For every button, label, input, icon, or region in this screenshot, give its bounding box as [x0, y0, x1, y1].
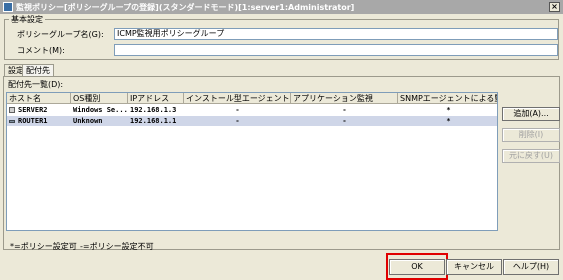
- delete-button[interactable]: 削除(I): [502, 128, 560, 142]
- column-header-ip[interactable]: IPアドレス: [128, 93, 184, 104]
- column-header-host[interactable]: ホスト名: [7, 93, 71, 104]
- title-bar: 監視ポリシー[ポリシーグループの登録](スタンダードモード)[1:server1…: [0, 0, 563, 14]
- column-header-install-agent[interactable]: インストール型エージェント: [184, 93, 291, 104]
- help-button[interactable]: ヘルプ(H): [503, 259, 559, 275]
- router-icon: [9, 119, 15, 123]
- distribution-panel: 配付先一覧(D): ホスト名 OS種別 IPアドレス インストール型エージェント…: [3, 76, 560, 251]
- basic-settings-legend: 基本設定: [9, 14, 45, 25]
- snmp-cell: *: [446, 117, 451, 125]
- restore-button[interactable]: 元に戻す(U): [502, 149, 560, 163]
- distribution-table: ホスト名 OS種別 IPアドレス インストール型エージェント アプリケーション監…: [6, 92, 498, 231]
- install-agent-cell: -: [235, 106, 240, 114]
- host-name: SERVER2: [18, 106, 48, 114]
- column-header-snmp[interactable]: SNMPエージェントによる監視: [398, 93, 497, 104]
- os-cell: Unknown: [73, 117, 103, 125]
- basic-settings-group: 基本設定 ポリシーグループ名(G): ICMP監視用ポリシーグループ コメント(…: [4, 14, 559, 60]
- ip-cell: 192.168.1.3: [130, 106, 177, 114]
- host-cell: ROUTER1: [7, 116, 71, 126]
- legend-settable: *=ポリシー設定可: [10, 242, 77, 251]
- app-monitor-cell: -: [342, 117, 347, 125]
- cancel-button[interactable]: キャンセル: [446, 259, 502, 275]
- table-header: ホスト名 OS種別 IPアドレス インストール型エージェント アプリケーション監…: [7, 93, 497, 104]
- ip-cell: 192.168.1.1: [130, 117, 177, 125]
- host-name: ROUTER1: [18, 117, 48, 125]
- table-row[interactable]: SERVER2 Windows Se... 192.168.1.3 - - *: [7, 105, 497, 115]
- app-icon: [3, 2, 13, 12]
- policy-group-name-label: ポリシーグループ名(G):: [17, 30, 104, 39]
- column-header-app-monitor[interactable]: アプリケーション監視: [291, 93, 398, 104]
- distribution-list-caption: 配付先一覧(D):: [8, 80, 64, 89]
- column-header-os[interactable]: OS種別: [71, 93, 128, 104]
- policy-group-name-input[interactable]: ICMP監視用ポリシーグループ: [114, 28, 558, 40]
- app-monitor-cell: -: [342, 106, 347, 114]
- host-cell: SERVER2: [7, 105, 71, 115]
- snmp-cell: *: [446, 106, 451, 114]
- add-button[interactable]: 追加(A)...: [502, 107, 560, 121]
- table-row[interactable]: ROUTER1 Unknown 192.168.1.1 - - *: [7, 116, 497, 126]
- server-icon: [9, 107, 15, 113]
- legend-not-settable: -=ポリシー設定不可: [80, 242, 154, 251]
- ok-button[interactable]: OK: [389, 259, 445, 275]
- comment-label: コメント(M):: [17, 46, 65, 55]
- policy-group-dialog: 監視ポリシー[ポリシーグループの登録](スタンダードモード)[1:server1…: [0, 0, 563, 280]
- comment-input[interactable]: [114, 44, 558, 56]
- os-cell: Windows Se...: [73, 106, 128, 114]
- install-agent-cell: -: [235, 117, 240, 125]
- window-title: 監視ポリシー[ポリシーグループの登録](スタンダードモード)[1:server1…: [16, 2, 355, 12]
- close-button[interactable]: ×: [549, 2, 560, 12]
